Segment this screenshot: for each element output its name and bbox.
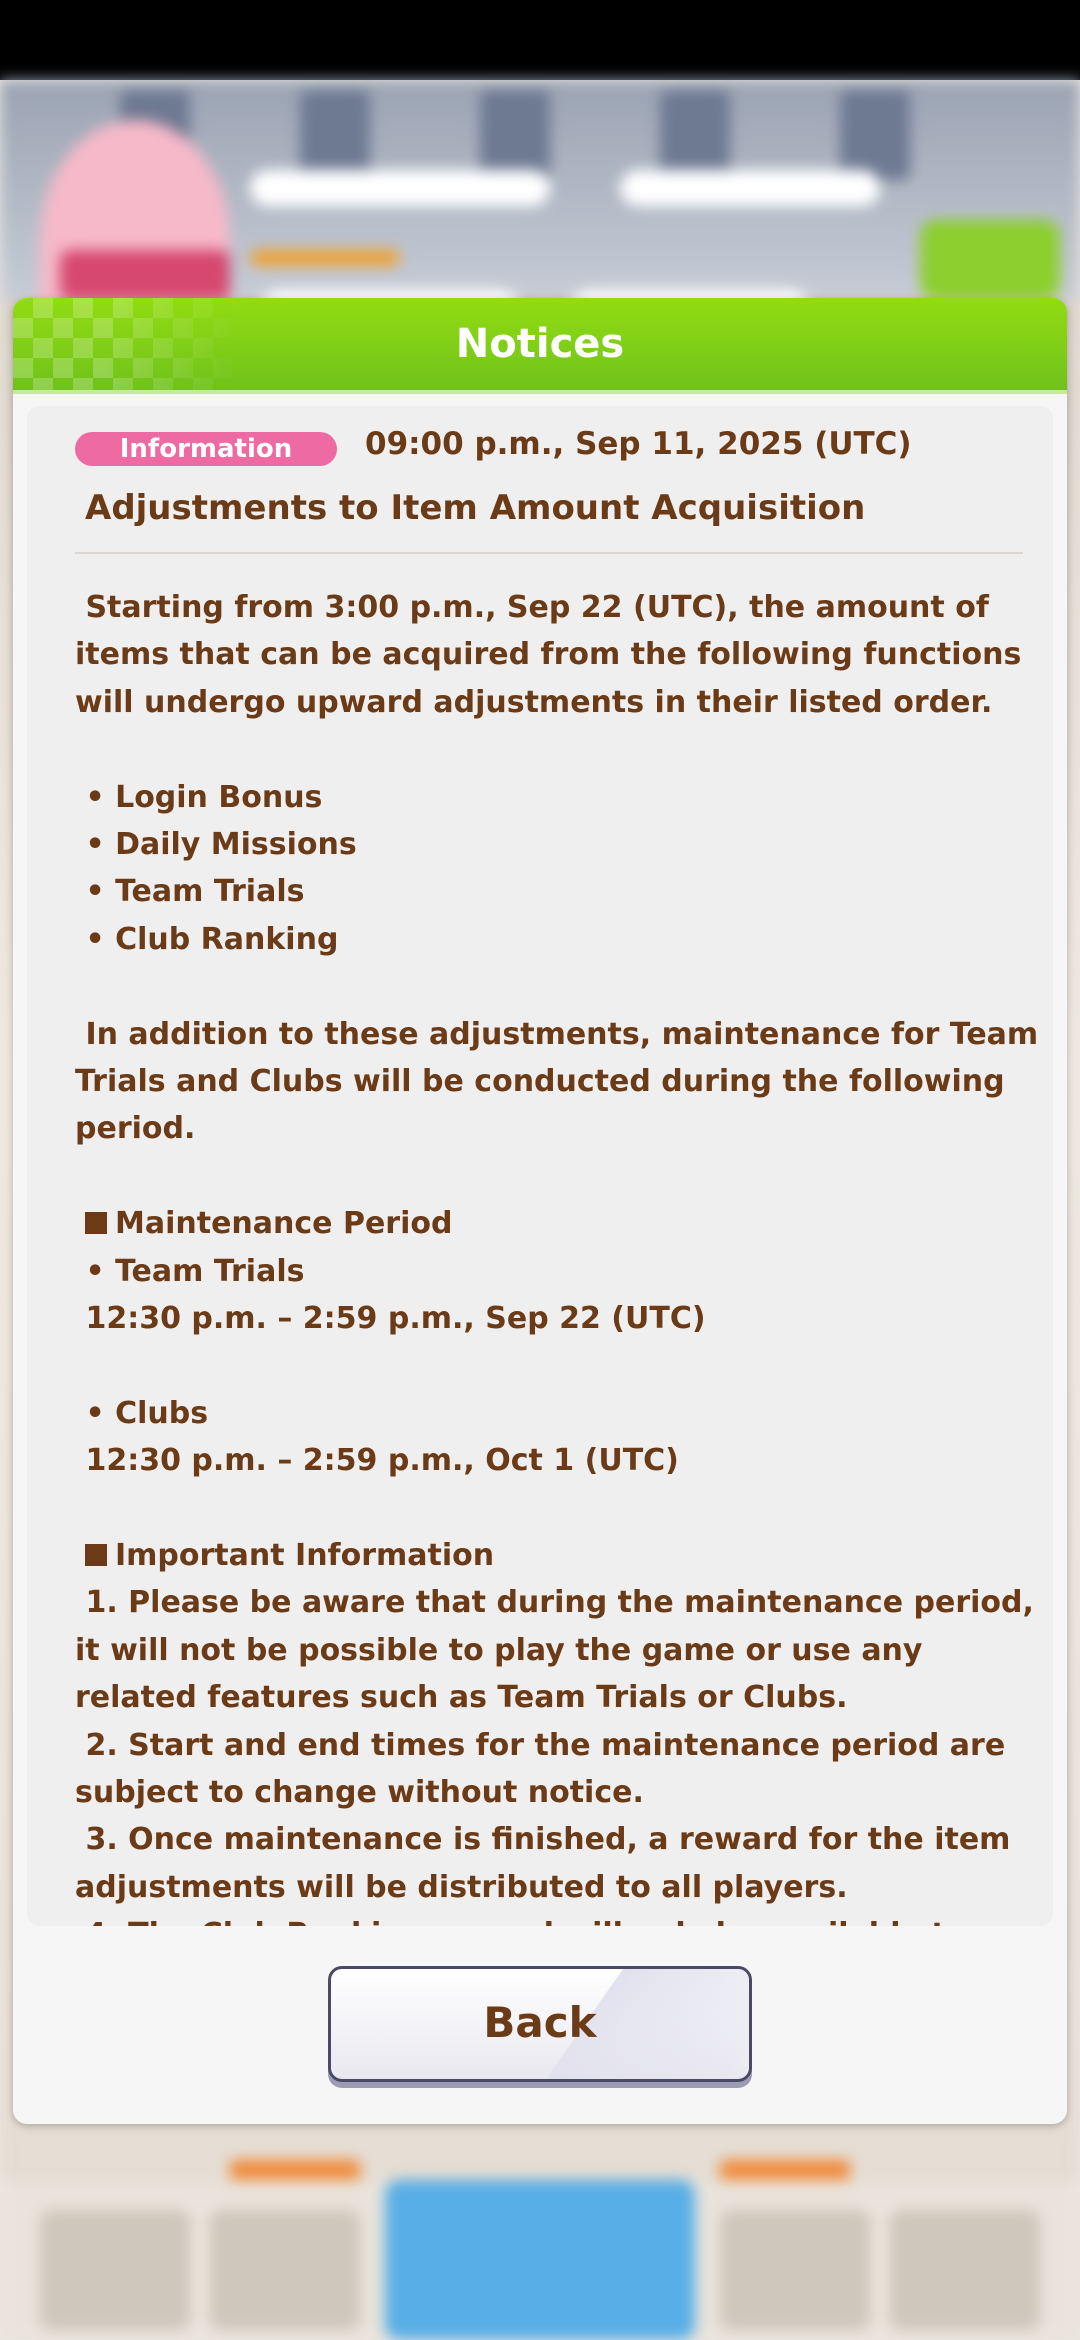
list-item: • Club Ranking xyxy=(75,921,339,957)
square-bullet-icon xyxy=(85,1212,107,1235)
back-button-label: Back xyxy=(483,1998,597,2047)
category-badge: Information xyxy=(75,432,337,466)
numbered-item: 3. Once maintenance is finished, a rewar… xyxy=(75,1822,1021,1905)
notice-body: Starting from 3:00 p.m., Sep 22 (UTC), t… xyxy=(75,584,1045,1926)
notice-meta: Information 09:00 p.m., Sep 11, 2025 (UT… xyxy=(75,424,1035,466)
time-range: 12:30 p.m. – 2:59 p.m., Sep 22 (UTC) xyxy=(75,1301,706,1337)
addition-paragraph: In addition to these adjustments, mainte… xyxy=(75,1016,1049,1147)
status-bar xyxy=(0,0,1080,80)
intro-paragraph: Starting from 3:00 p.m., Sep 22 (UTC), t… xyxy=(75,590,1032,720)
title-divider xyxy=(75,552,1023,554)
square-bullet-icon xyxy=(85,1544,107,1567)
list-item: • Daily Missions xyxy=(75,827,357,863)
notice-scroll-area[interactable]: Information 09:00 p.m., Sep 11, 2025 (UT… xyxy=(27,406,1053,1926)
list-item: • Team Trials xyxy=(75,1253,305,1289)
notice-content[interactable]: Information 09:00 p.m., Sep 11, 2025 (UT… xyxy=(27,406,1053,1926)
notice-title: Adjustments to Item Amount Acquisition xyxy=(85,488,866,528)
list-item: • Login Bonus xyxy=(75,779,323,815)
numbered-item: 2. Start and end times for the maintenan… xyxy=(75,1727,1016,1811)
numbered-item: 1. Please be aware that during the maint… xyxy=(75,1585,1045,1716)
important-heading: Important Information xyxy=(75,1532,1045,1579)
dialog-title: Notices xyxy=(455,321,625,367)
notice-date: 09:00 p.m., Sep 11, 2025 (UTC) xyxy=(365,426,912,462)
back-button[interactable]: Back xyxy=(328,1966,752,2082)
list-item: • Clubs xyxy=(75,1395,209,1431)
numbered-item: 4. The Club Ranking reward will only be … xyxy=(75,1911,1045,1926)
notices-dialog: Notices Information 09:00 p.m., Sep 11, … xyxy=(13,298,1067,2124)
time-range: 12:30 p.m. – 2:59 p.m., Oct 1 (UTC) xyxy=(75,1443,679,1479)
list-item: • Team Trials xyxy=(75,874,305,910)
maintenance-heading: Maintenance Period xyxy=(75,1200,1045,1247)
dialog-header: Notices xyxy=(13,298,1067,394)
